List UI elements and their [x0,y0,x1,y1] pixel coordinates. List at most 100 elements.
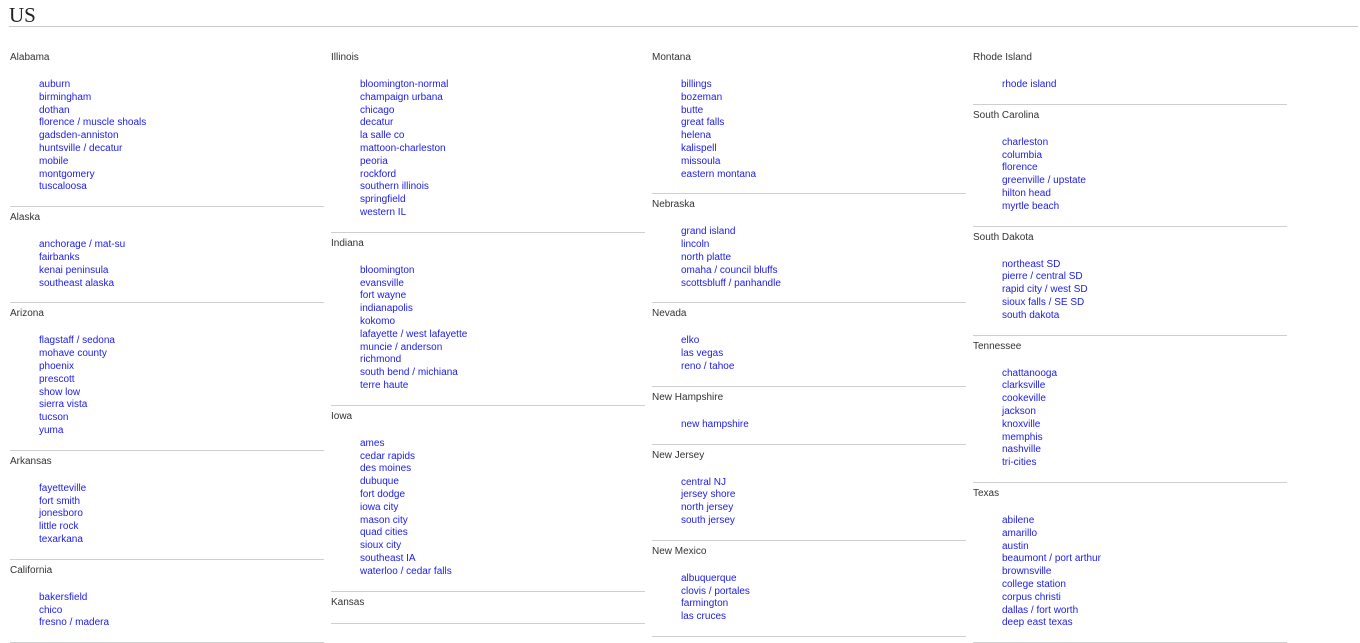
city-link-great-falls[interactable]: great falls [681,117,724,128]
city-link-jackson[interactable]: jackson [1002,406,1036,417]
city-link-lincoln[interactable]: lincoln [681,239,709,250]
city-link-lafayette-west-lafayette[interactable]: lafayette / west lafayette [360,329,467,340]
city-link-western-il[interactable]: western IL [360,207,406,218]
city-link-nashville[interactable]: nashville [1002,444,1041,455]
city-link-phoenix[interactable]: phoenix [39,361,74,372]
city-link-kalispell[interactable]: kalispell [681,143,717,154]
city-link-iowa-city[interactable]: iowa city [360,502,398,513]
city-link-des-moines[interactable]: des moines [360,463,411,474]
city-link-terre-haute[interactable]: terre haute [360,380,408,391]
city-link-elko[interactable]: elko [681,335,699,346]
city-link-corpus-christi[interactable]: corpus christi [1002,592,1061,603]
city-link-grand-island[interactable]: grand island [681,226,735,237]
city-link-la-salle-co[interactable]: la salle co [360,130,404,141]
city-link-missoula[interactable]: missoula [681,156,720,167]
city-link-south-dakota[interactable]: south dakota [1002,310,1059,321]
city-link-mattoon-charleston[interactable]: mattoon-charleston [360,143,446,154]
city-link-pierre-central-sd[interactable]: pierre / central SD [1002,271,1083,282]
city-link-florence-muscle-shoals[interactable]: florence / muscle shoals [39,117,146,128]
city-link-tri-cities[interactable]: tri-cities [1002,457,1036,468]
city-link-indianapolis[interactable]: indianapolis [360,303,413,314]
city-link-kenai-peninsula[interactable]: kenai peninsula [39,265,109,276]
city-link-columbia[interactable]: columbia [1002,150,1042,161]
city-link-omaha-council-bluffs[interactable]: omaha / council bluffs [681,265,778,276]
city-link-tuscaloosa[interactable]: tuscaloosa [39,181,87,192]
city-link-rapid-city-west-sd[interactable]: rapid city / west SD [1002,284,1088,295]
city-link-decatur[interactable]: decatur [360,117,393,128]
city-link-clovis-portales[interactable]: clovis / portales [681,586,750,597]
city-link-auburn[interactable]: auburn [39,79,70,90]
city-link-knoxville[interactable]: knoxville [1002,419,1040,430]
city-link-north-jersey[interactable]: north jersey [681,502,733,513]
city-link-myrtle-beach[interactable]: myrtle beach [1002,201,1059,212]
city-link-waterloo-cedar-falls[interactable]: waterloo / cedar falls [360,566,452,577]
city-link-las-cruces[interactable]: las cruces [681,611,726,622]
city-link-fort-wayne[interactable]: fort wayne [360,290,406,301]
city-link-northeast-sd[interactable]: northeast SD [1002,259,1060,270]
city-link-north-platte[interactable]: north platte [681,252,731,263]
city-link-cookeville[interactable]: cookeville [1002,393,1046,404]
city-link-fresno-madera[interactable]: fresno / madera [39,617,109,628]
city-link-kokomo[interactable]: kokomo [360,316,395,327]
city-link-gadsden-anniston[interactable]: gadsden-anniston [39,130,119,141]
city-link-helena[interactable]: helena [681,130,711,141]
city-link-southeast-ia[interactable]: southeast IA [360,553,416,564]
city-link-huntsville-decatur[interactable]: huntsville / decatur [39,143,122,154]
city-link-billings[interactable]: billings [681,79,712,90]
city-link-champaign-urbana[interactable]: champaign urbana [360,92,443,103]
city-link-yuma[interactable]: yuma [39,425,63,436]
city-link-bloomington-normal[interactable]: bloomington-normal [360,79,448,90]
city-link-fort-smith[interactable]: fort smith [39,496,80,507]
city-link-charleston[interactable]: charleston [1002,137,1048,148]
city-link-show-low[interactable]: show low [39,387,80,398]
city-link-chico[interactable]: chico [39,605,62,616]
city-link-jersey-shore[interactable]: jersey shore [681,489,735,500]
city-link-fort-dodge[interactable]: fort dodge [360,489,405,500]
city-link-chicago[interactable]: chicago [360,105,394,116]
city-link-las-vegas[interactable]: las vegas [681,348,723,359]
city-link-reno-tahoe[interactable]: reno / tahoe [681,361,734,372]
city-link-south-jersey[interactable]: south jersey [681,515,735,526]
city-link-austin[interactable]: austin [1002,541,1029,552]
city-link-flagstaff-sedona[interactable]: flagstaff / sedona [39,335,115,346]
city-link-tucson[interactable]: tucson [39,412,68,423]
city-link-mobile[interactable]: mobile [39,156,68,167]
city-link-evansville[interactable]: evansville [360,278,404,289]
city-link-rhode-island[interactable]: rhode island [1002,79,1056,90]
city-link-little-rock[interactable]: little rock [39,521,78,532]
city-link-peoria[interactable]: peoria [360,156,388,167]
city-link-abilene[interactable]: abilene [1002,515,1034,526]
city-link-scottsbluff-panhandle[interactable]: scottsbluff / panhandle [681,278,781,289]
city-link-brownsville[interactable]: brownsville [1002,566,1051,577]
city-link-college-station[interactable]: college station [1002,579,1066,590]
city-link-ames[interactable]: ames [360,438,384,449]
city-link-sierra-vista[interactable]: sierra vista [39,399,87,410]
city-link-central-nj[interactable]: central NJ [681,477,726,488]
city-link-springfield[interactable]: springfield [360,194,406,205]
city-link-southern-illinois[interactable]: southern illinois [360,181,429,192]
city-link-south-bend-michiana[interactable]: south bend / michiana [360,367,458,378]
city-link-new-hampshire[interactable]: new hampshire [681,419,749,430]
city-link-richmond[interactable]: richmond [360,354,401,365]
city-link-memphis[interactable]: memphis [1002,432,1043,443]
city-link-eastern-montana[interactable]: eastern montana [681,169,756,180]
city-link-sioux-falls-se-sd[interactable]: sioux falls / SE SD [1002,297,1084,308]
city-link-rockford[interactable]: rockford [360,169,396,180]
city-link-beaumont-port-arthur[interactable]: beaumont / port arthur [1002,553,1101,564]
city-link-clarksville[interactable]: clarksville [1002,380,1045,391]
city-link-farmington[interactable]: farmington [681,598,728,609]
city-link-southeast-alaska[interactable]: southeast alaska [39,278,114,289]
city-link-montgomery[interactable]: montgomery [39,169,95,180]
city-link-albuquerque[interactable]: albuquerque [681,573,737,584]
city-link-bozeman[interactable]: bozeman [681,92,722,103]
city-link-jonesboro[interactable]: jonesboro [39,508,83,519]
city-link-cedar-rapids[interactable]: cedar rapids [360,451,415,462]
city-link-birmingham[interactable]: birmingham [39,92,91,103]
city-link-fayetteville[interactable]: fayetteville [39,483,86,494]
city-link-deep-east-texas[interactable]: deep east texas [1002,617,1073,628]
city-link-mason-city[interactable]: mason city [360,515,408,526]
city-link-dothan[interactable]: dothan [39,105,70,116]
city-link-anchorage-mat-su[interactable]: anchorage / mat-su [39,239,125,250]
city-link-fairbanks[interactable]: fairbanks [39,252,80,263]
city-link-quad-cities[interactable]: quad cities [360,527,408,538]
